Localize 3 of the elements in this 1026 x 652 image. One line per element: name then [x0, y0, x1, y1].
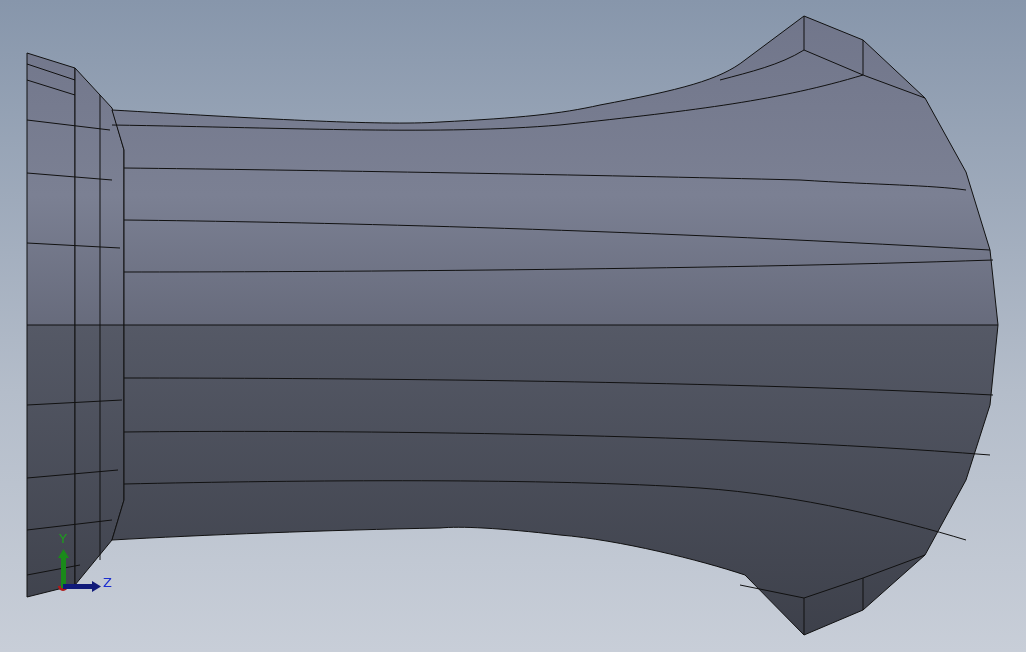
z-axis-label: Z	[103, 576, 112, 589]
y-axis-label: Y	[59, 532, 67, 545]
z-axis-arrow	[63, 581, 101, 592]
